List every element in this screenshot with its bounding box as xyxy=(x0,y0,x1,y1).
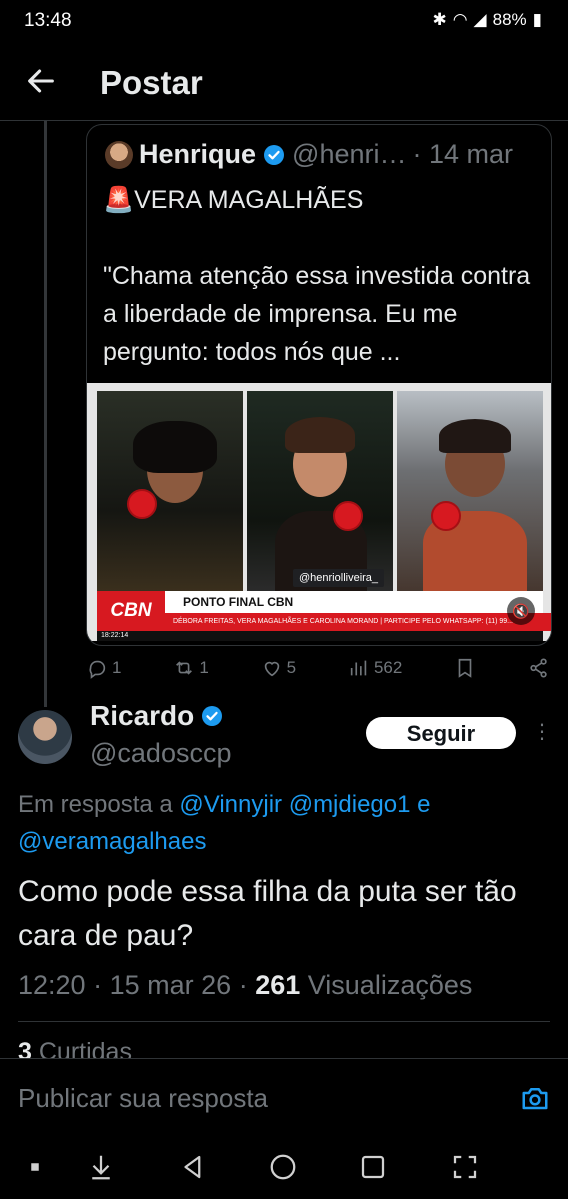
reply-time: 12:20 xyxy=(18,970,86,1000)
quoted-action-bar: 1 1 5 562 xyxy=(86,650,550,686)
likes-count: 3 xyxy=(18,1038,32,1058)
status-icons: ✱ ◠ ◢ 88% ▮ xyxy=(432,10,542,30)
video-ticker: DÉBORA FREITAS, VERA MAGALHÃES E CAROLIN… xyxy=(165,613,551,631)
bookmark-action[interactable] xyxy=(454,657,476,679)
mention-link[interactable]: @Vinnyjir xyxy=(179,791,282,818)
repost-count: 1 xyxy=(199,658,209,677)
quoted-date: · 14 mar xyxy=(412,139,514,169)
quoted-author-row: Henrique @henri… · 14 mar xyxy=(139,139,513,170)
quoted-video[interactable]: @henriolliveira_ CBN PONTO FINAL CBN DÉB… xyxy=(87,383,551,641)
reply-avatar[interactable] xyxy=(18,710,72,764)
reply-meta: 12:20 · 15 mar 26 · 261 Visualizações xyxy=(18,970,473,1000)
divider xyxy=(18,1021,550,1022)
reply-views-label[interactable]: Visualizações xyxy=(308,970,473,1000)
home-nav-icon[interactable] xyxy=(268,1152,298,1182)
signal-icon: ◢ xyxy=(473,10,487,29)
dot-icon[interactable] xyxy=(20,1152,50,1182)
reply-input[interactable] xyxy=(16,1077,500,1119)
mention-joiner: e xyxy=(417,791,431,818)
quoted-text: 🚨VERA MAGALHÃES "Chama atenção essa inve… xyxy=(103,181,543,371)
system-nav-bar xyxy=(0,1136,568,1199)
reply-views-count: 261 xyxy=(255,970,301,1000)
video-panel-right xyxy=(397,391,543,591)
reply-author-row: Ricardo xyxy=(90,700,224,732)
verified-badge-icon xyxy=(264,144,285,165)
battery-level: 88% xyxy=(492,10,527,29)
video-watermark: @henriolliveira_ xyxy=(293,569,385,587)
share-action[interactable] xyxy=(528,657,550,679)
quoted-headline: 🚨VERA MAGALHÃES xyxy=(103,186,364,214)
bookmark-icon xyxy=(458,658,472,678)
reply-author-handle[interactable]: @cadosccp xyxy=(90,738,231,769)
back-nav-icon[interactable] xyxy=(178,1152,208,1182)
bluetooth-icon: ✱ xyxy=(432,10,447,29)
video-bottom-ticker: 18:22:14 xyxy=(97,631,543,641)
screenshot-icon[interactable] xyxy=(450,1152,480,1182)
like-count: 5 xyxy=(286,658,297,677)
thread-line xyxy=(44,121,47,707)
wifi-icon: ◠ xyxy=(452,10,468,29)
page-header: Postar xyxy=(0,50,568,121)
back-arrow-icon[interactable] xyxy=(24,64,58,98)
video-time: 18:22:14 xyxy=(101,632,129,639)
likes-summary[interactable]: 3 Curtidas xyxy=(18,1038,132,1058)
video-panel-left xyxy=(97,391,243,591)
mention-link[interactable]: @mjdiego1 xyxy=(289,791,411,818)
download-icon[interactable] xyxy=(86,1152,116,1182)
share-icon xyxy=(530,658,547,678)
mention-link[interactable]: @veramagalhaes xyxy=(18,828,206,855)
reply-action[interactable]: 1 xyxy=(86,657,121,679)
reply-author-name[interactable]: Ricardo xyxy=(90,700,194,732)
reply-composer xyxy=(0,1058,568,1137)
mute-icon[interactable]: 🔇 xyxy=(507,597,535,625)
reply-text: Como pode essa filha da puta ser tão car… xyxy=(18,875,517,952)
quoted-author-name[interactable]: Henrique xyxy=(139,139,256,170)
quoted-author-handle: @henri… xyxy=(292,139,407,169)
repost-action[interactable]: 1 xyxy=(173,657,209,679)
verified-badge-icon xyxy=(202,706,223,726)
views-count: 562 xyxy=(373,658,403,677)
battery-icon: ▮ xyxy=(532,10,542,29)
like-action[interactable]: 5 xyxy=(261,657,296,679)
follow-button[interactable]: Seguir xyxy=(366,717,516,749)
quoted-avatar[interactable] xyxy=(105,141,133,169)
quoted-body: "Chama atenção essa investida contra a l… xyxy=(103,262,531,366)
reply-prefix: Em resposta a xyxy=(18,791,173,818)
reply-date: 15 mar 26 xyxy=(109,970,232,1000)
status-time: 13:48 xyxy=(24,10,72,31)
recents-nav-icon[interactable] xyxy=(358,1152,388,1182)
reply-context: Em resposta a @Vinnyjir @mjdiego1 e @ver… xyxy=(18,786,538,860)
views-icon xyxy=(350,660,367,676)
video-program-title: PONTO FINAL CBN xyxy=(183,595,294,609)
quoted-post[interactable]: Henrique @henri… · 14 mar 🚨VERA MAGALHÃE… xyxy=(86,124,552,646)
reply-icon xyxy=(89,660,106,679)
camera-icon[interactable] xyxy=(520,1083,550,1113)
video-panel-center xyxy=(247,391,393,591)
page-title: Postar xyxy=(100,64,203,101)
likes-label: Curtidas xyxy=(38,1038,132,1058)
views-action[interactable]: 562 xyxy=(348,657,402,679)
more-options-icon[interactable]: ⋮ xyxy=(532,722,552,742)
status-bar: 13:48 ✱ ◠ ◢ 88% ▮ xyxy=(0,0,568,44)
cbn-logo: CBN xyxy=(97,591,165,631)
reply-count: 1 xyxy=(112,658,122,677)
heart-icon xyxy=(264,661,279,677)
repost-icon xyxy=(176,661,193,675)
